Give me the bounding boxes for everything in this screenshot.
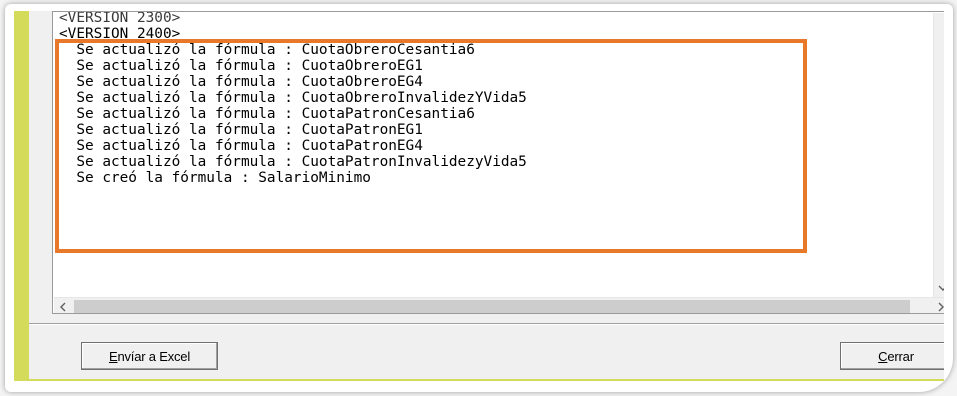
divider bbox=[29, 323, 944, 325]
log-line: Se actualizó la fórmula : CuotaObreroCes… bbox=[59, 42, 475, 58]
export-accelerator-letter: E bbox=[108, 348, 118, 364]
screenshot-frame: <VERSION 2300> <VERSION 2400> Se actuali… bbox=[5, 4, 953, 392]
log-textarea[interactable]: <VERSION 2300> <VERSION 2400> Se actuali… bbox=[52, 11, 944, 314]
horizontal-scroll-thumb[interactable] bbox=[74, 300, 910, 313]
log-line: <VERSION 2300> bbox=[59, 11, 181, 26]
chevron-right-icon[interactable] bbox=[933, 298, 944, 313]
dialog-window: <VERSION 2300> <VERSION 2400> Se actuali… bbox=[14, 11, 944, 381]
log-line: Se actualizó la fórmula : CuotaObreroInv… bbox=[59, 90, 527, 106]
log-line: Se actualizó la fórmula : CuotaObreroEG4 bbox=[59, 74, 423, 90]
close-button[interactable]: Cerrar bbox=[840, 342, 944, 370]
export-button-label: nvíar a Excel bbox=[117, 348, 191, 364]
log-line: Se actualizó la fórmula : CuotaPatronInv… bbox=[59, 154, 527, 170]
log-line: Se creó la fórmula : SalarioMinimo bbox=[59, 170, 371, 186]
log-line: Se actualizó la fórmula : CuotaPatronEG4 bbox=[59, 138, 423, 154]
log-line: <VERSION 2400> bbox=[59, 26, 181, 42]
vertical-scrollbar[interactable] bbox=[933, 13, 944, 297]
log-line: Se actualizó la fórmula : CuotaPatronCes… bbox=[59, 106, 475, 122]
dialog-client-area: <VERSION 2300> <VERSION 2400> Se actuali… bbox=[29, 11, 944, 379]
chevron-down-icon[interactable] bbox=[934, 280, 944, 297]
close-accelerator-letter: C bbox=[878, 348, 888, 364]
log-line: Se actualizó la fórmula : CuotaObreroEG1 bbox=[59, 58, 423, 74]
close-button-label: errar bbox=[887, 348, 914, 364]
chevron-left-icon[interactable] bbox=[54, 298, 71, 313]
export-to-excel-button[interactable]: Envíar a Excel bbox=[81, 342, 218, 370]
log-line: Se actualizó la fórmula : CuotaPatronEG1 bbox=[59, 122, 423, 138]
horizontal-scrollbar[interactable] bbox=[54, 297, 944, 313]
log-lines: <VERSION 2300> <VERSION 2400> Se actuali… bbox=[59, 11, 527, 186]
